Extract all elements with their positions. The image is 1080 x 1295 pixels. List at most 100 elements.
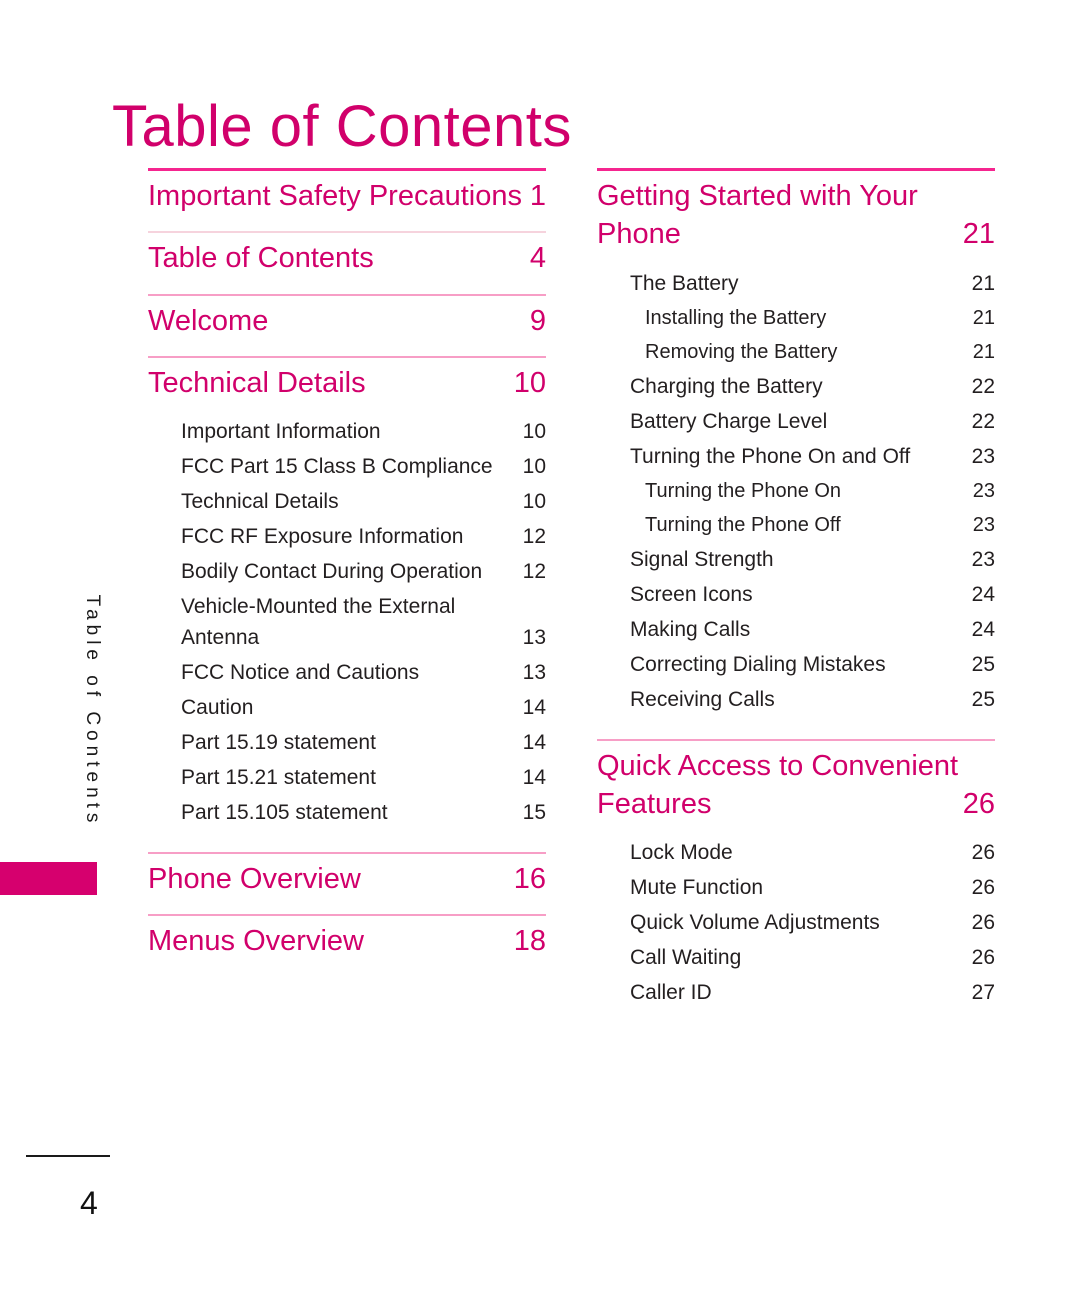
toc-entry[interactable]: Removing the Battery 21 — [597, 335, 995, 369]
toc-entry[interactable]: Turning the Phone On and Off 23 — [597, 439, 995, 474]
toc-entry-label: Battery Charge Level — [630, 409, 828, 433]
toc-entry[interactable]: Making Calls 24 — [597, 612, 995, 647]
toc-section-title: Welcome — [148, 304, 269, 337]
toc-entry[interactable]: Screen Icons 24 — [597, 577, 995, 612]
toc-section-heading[interactable]: Menus Overview 18 — [148, 916, 546, 964]
toc-entry-page: 25 — [971, 687, 995, 711]
toc-entry-label: Screen Icons — [630, 582, 753, 606]
toc-entry-label: FCC Notice and Cautions — [181, 661, 420, 685]
page-title: Table of Contents — [112, 93, 572, 159]
toc-entry-page: 26 — [971, 911, 995, 935]
toc-entry-page: 21 — [971, 271, 995, 295]
toc-entry-page: 22 — [971, 409, 995, 433]
toc-entry-label: Bodily Contact During Operation — [181, 560, 483, 584]
toc-entry-list: Lock Mode 26 Mute Function 26 Quick Volume A… — [597, 827, 995, 1010]
toc-section: Welcome 9 — [148, 293, 546, 344]
toc-entry-page: 15 — [522, 801, 546, 825]
toc-entry[interactable]: Receiving Calls 25 — [597, 682, 995, 717]
toc-section-title: Quick Access to Convenient Features — [597, 749, 959, 820]
toc-section-page: 18 — [513, 925, 546, 958]
toc-entry-page: 23 — [972, 513, 995, 536]
toc-entry[interactable]: Turning the Phone Off 23 — [597, 508, 995, 542]
toc-entry-label: Installing the Battery — [645, 306, 827, 329]
toc-section-page: 10 — [513, 366, 546, 399]
toc-entry[interactable]: Call Waiting 26 — [597, 940, 995, 975]
toc-entry[interactable]: Quick Volume Adjustments 26 — [597, 905, 995, 940]
toc-entry-label: Part 15.105 statement — [181, 801, 388, 825]
toc-entry-page: 21 — [972, 340, 995, 363]
toc-entry-page: 23 — [972, 479, 995, 502]
toc-section-title: Phone Overview — [148, 863, 361, 896]
toc-entry-page: 10 — [522, 420, 546, 444]
toc-entry-page: 24 — [971, 582, 995, 606]
toc-entry-label: Turning the Phone On and Off — [630, 444, 911, 468]
toc-entry[interactable]: Caution 14 — [148, 690, 546, 725]
toc-entry[interactable]: Correcting Dialing Mistakes 25 — [597, 647, 995, 682]
toc-entry-label: Vehicle-Mounted the External — [181, 595, 456, 619]
side-tab-block — [0, 862, 97, 895]
toc-section-heading[interactable]: Quick Access to Convenient Features 26 — [597, 741, 995, 828]
toc-entry[interactable]: Lock Mode 26 — [597, 835, 995, 870]
toc-section-title: Getting Started with Your Phone — [597, 180, 918, 251]
toc-entry[interactable]: FCC RF Exposure Information 12 — [148, 519, 546, 554]
side-tab-label: Table of Contents — [82, 594, 103, 828]
toc-entry[interactable]: Technical Details 10 — [148, 484, 546, 519]
toc-entry-page: 26 — [971, 876, 995, 900]
toc-entry-page: 10 — [522, 455, 546, 479]
toc-entry[interactable]: Part 15.21 statement 14 — [148, 760, 546, 795]
toc-entry-label: Mute Function — [630, 876, 764, 900]
toc-entry[interactable]: Important Information 10 — [148, 414, 546, 449]
toc-entry[interactable]: Turning the Phone On 23 — [597, 474, 995, 508]
toc-entry[interactable]: FCC Part 15 Class B Compliance 10 — [148, 449, 546, 484]
toc-entry-label: Part 15.21 statement — [181, 766, 376, 790]
toc-entry-label: Technical Details — [181, 490, 339, 514]
toc-section: Phone Overview 16 — [148, 852, 546, 902]
toc-right-column: Getting Started with Your Phone 21 The Bat… — [597, 168, 995, 1032]
toc-entry[interactable]: Charging the Battery 22 — [597, 369, 995, 404]
toc-section-heading[interactable]: Welcome 9 — [148, 296, 546, 344]
toc-entry[interactable]: The Battery 21 — [597, 266, 995, 301]
toc-section-page: 1 — [529, 180, 546, 212]
toc-entry[interactable]: Bodily Contact During Operation 12 — [148, 554, 546, 589]
toc-entry[interactable]: Mute Function 26 — [597, 870, 995, 905]
toc-entry[interactable]: Part 15.19 statement 14 — [148, 725, 546, 760]
toc-section-heading[interactable]: Important Safety Precautions 1 — [148, 171, 546, 219]
toc-entry-label: Important Information — [181, 420, 381, 444]
toc-entry-page: 14 — [522, 696, 546, 720]
toc-entry[interactable]: Vehicle-Mounted the External Antenna 13 — [148, 589, 546, 655]
toc-section: Important Safety Precautions 1 — [148, 168, 546, 219]
toc-entry-label: Signal Strength — [630, 547, 774, 571]
toc-section-title: Table of Contents — [148, 242, 374, 275]
toc-entry[interactable]: Signal Strength 23 — [597, 542, 995, 577]
toc-section-page: 4 — [529, 242, 546, 275]
toc-entry[interactable]: Installing the Battery 21 — [597, 301, 995, 335]
toc-section-heading[interactable]: Table of Contents 4 — [148, 233, 546, 281]
toc-entry-page: 23 — [971, 547, 995, 571]
toc-entry[interactable]: Caller ID 27 — [597, 975, 995, 1010]
toc-entry[interactable]: Part 15.105 statement 15 — [148, 795, 546, 830]
toc-entry-label: Receiving Calls — [630, 687, 775, 711]
toc-entry-label: Caution — [181, 696, 254, 720]
toc-entry-page: 21 — [972, 306, 995, 329]
toc-section-heading[interactable]: Phone Overview 16 — [148, 854, 546, 902]
toc-entry-page: 25 — [971, 652, 995, 676]
toc-section-heading[interactable]: Getting Started with Your Phone 21 — [597, 171, 995, 258]
toc-section-page: 21 — [962, 218, 995, 251]
toc-section-title: Important Safety Precautions — [148, 180, 522, 212]
toc-entry[interactable]: FCC Notice and Cautions 13 — [148, 655, 546, 690]
toc-section-page: 26 — [962, 787, 995, 820]
toc-entry-label-line2: Antenna — [181, 626, 260, 650]
toc-entry-label: The Battery — [630, 271, 739, 295]
toc-section-title: Technical Details — [148, 366, 366, 399]
toc-entry-label: Call Waiting — [630, 946, 742, 970]
toc-entry-page: 10 — [522, 490, 546, 514]
toc-entry-label: Quick Volume Adjustments — [630, 911, 880, 935]
toc-entry[interactable]: Battery Charge Level 22 — [597, 404, 995, 439]
toc-section-heading[interactable]: Technical Details 10 — [148, 358, 546, 406]
